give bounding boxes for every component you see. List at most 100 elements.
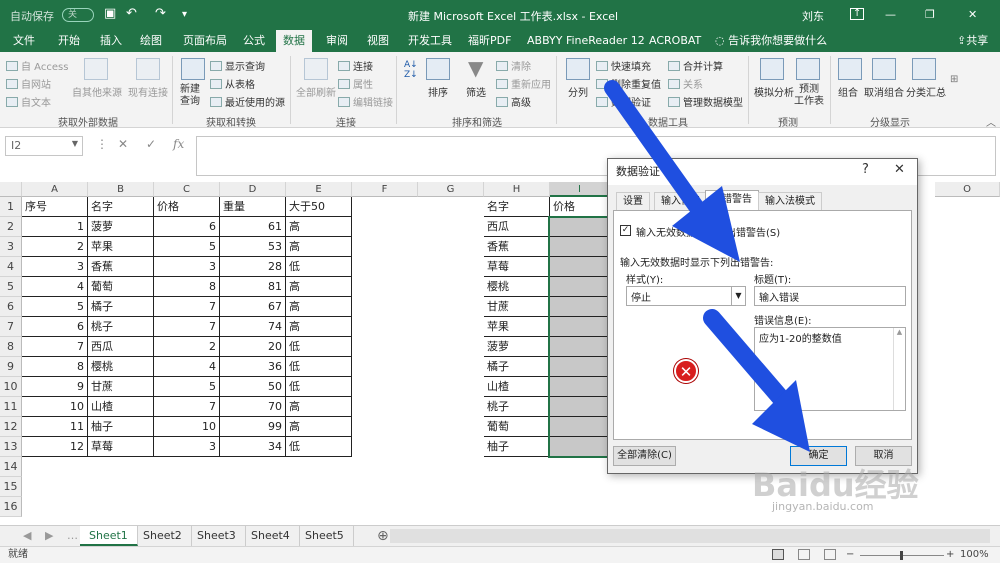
row-header[interactable]: 11 [0,397,22,417]
table2-cell[interactable]: 樱桃 [484,277,550,297]
table-cell[interactable]: 99 [220,417,286,437]
table-cell[interactable]: 低 [286,257,352,277]
message-scrollbar[interactable]: ▲ [893,328,905,410]
insert-function-icon[interactable]: fx [173,137,184,151]
dialog-tab-settings[interactable]: 设置 [616,192,650,211]
message-textarea[interactable]: 应为1-20的整数值 ▲ [754,327,906,411]
table2-cell[interactable]: 甘蔗 [484,297,550,317]
row-header[interactable]: 6 [0,297,22,317]
table-cell[interactable]: 3 [22,257,88,277]
table2-cell[interactable]: 西瓜 [484,217,550,237]
tell-me-search[interactable]: ◌ 告诉我你想要做什么 [708,30,834,52]
table-cell[interactable]: 甘蔗 [88,377,154,397]
table-cell[interactable]: 低 [286,377,352,397]
recent-sources-button[interactable]: 最近使用的源 [210,94,285,109]
redo-icon[interactable]: ↷ [155,6,166,21]
new-query-button[interactable]: 新建 查询 [180,84,200,108]
table-header-cell[interactable]: 价格 [154,197,220,217]
consolidate-button[interactable]: 合并计算 [668,58,723,73]
table2-cell[interactable]: 葡萄 [484,417,550,437]
undo-icon[interactable]: ↶ [126,6,137,21]
row-header[interactable]: 12 [0,417,22,437]
table-cell[interactable]: 70 [220,397,286,417]
table-cell[interactable]: 8 [22,357,88,377]
table-cell[interactable]: 7 [154,317,220,337]
table2-cell[interactable]: 山楂 [484,377,550,397]
table-cell[interactable]: 4 [154,357,220,377]
column-header[interactable]: D [220,182,286,197]
table-cell[interactable]: 34 [220,437,286,457]
row-header[interactable]: 8 [0,337,22,357]
sheet-tab-3[interactable]: Sheet3 [188,526,246,546]
advanced-filter-button[interactable]: 高级 [496,94,531,109]
from-table-button[interactable]: 从表格 [210,76,255,91]
table2-cell[interactable]: 柚子 [484,437,550,457]
manage-data-model-button[interactable]: 管理数据模型 [668,94,743,109]
tab-review[interactable]: 审阅 [319,30,355,52]
column-header[interactable]: E [286,182,352,197]
table-cell[interactable]: 7 [22,337,88,357]
table-cell[interactable]: 西瓜 [88,337,154,357]
column-header[interactable]: H [484,182,550,197]
collapse-ribbon-icon[interactable]: ︿ [986,114,996,129]
horizontal-scrollbar[interactable] [390,529,990,543]
tab-page-layout[interactable]: 页面布局 [176,30,234,52]
table-cell[interactable]: 61 [220,217,286,237]
formula-options-icon[interactable]: ⋮ [96,137,108,151]
column-header[interactable]: C [154,182,220,197]
row-header[interactable]: 16 [0,497,22,517]
table-cell[interactable]: 8 [154,277,220,297]
ribbon-display-icon[interactable]: ↑ [850,8,865,20]
column-header[interactable]: A [22,182,88,197]
table2-cell[interactable]: 橘子 [484,357,550,377]
table-cell[interactable]: 苹果 [88,237,154,257]
table-cell[interactable]: 10 [22,397,88,417]
sheet-tab-1[interactable]: Sheet1 [80,526,138,546]
sheet-tab-4[interactable]: Sheet4 [242,526,300,546]
table-cell[interactable]: 20 [220,337,286,357]
table2-cell[interactable]: 菠萝 [484,337,550,357]
customize-qat-icon[interactable]: ▾ [182,9,187,20]
outline-options-icon[interactable]: ⊞ [950,74,958,85]
table-cell[interactable]: 36 [220,357,286,377]
dialog-close-button[interactable]: ✕ [894,162,905,177]
table-cell[interactable]: 12 [22,437,88,457]
tab-file[interactable]: 文件 [6,30,42,52]
connections-button[interactable]: 连接 [338,58,373,73]
sheet-tab-2[interactable]: Sheet2 [134,526,192,546]
normal-view-icon[interactable] [772,549,784,560]
table-cell[interactable]: 2 [22,237,88,257]
table-cell[interactable]: 低 [286,437,352,457]
tab-foxit-pdf[interactable]: 福昕PDF [461,30,518,52]
existing-connections-button[interactable]: 现有连接 [128,84,168,99]
dialog-tab-ime-mode[interactable]: 输入法模式 [758,192,822,211]
table-cell[interactable]: 草莓 [88,437,154,457]
table-cell[interactable]: 7 [154,397,220,417]
reapply-button[interactable]: 重新应用 [496,76,551,91]
table-header-cell[interactable]: 重量 [220,197,286,217]
tab-home[interactable]: 开始 [51,30,87,52]
table2-header-cell[interactable]: 名字 [484,197,550,217]
confirm-entry-icon[interactable]: ✓ [146,137,156,151]
table2-cell[interactable]: 草莓 [484,257,550,277]
table-cell[interactable]: 3 [154,257,220,277]
ungroup-button[interactable]: 取消组合 [864,84,904,99]
sort-az-icon[interactable]: A↓ Z↓ [404,60,418,80]
row-header[interactable]: 14 [0,457,22,477]
page-break-view-icon[interactable] [824,549,836,560]
row-header[interactable]: 4 [0,257,22,277]
forecast-sheet-button[interactable]: 预测 工作表 [794,84,824,108]
tab-developer[interactable]: 开发工具 [401,30,459,52]
table-header-cell[interactable]: 大于50 [286,197,352,217]
zoom-level[interactable]: 100% [960,547,989,563]
table-cell[interactable]: 山楂 [88,397,154,417]
row-header[interactable]: 9 [0,357,22,377]
style-dropdown-icon[interactable]: ▼ [731,287,745,305]
table2-cell[interactable]: 桃子 [484,397,550,417]
tab-insert[interactable]: 插入 [93,30,129,52]
autosave-toggle[interactable]: 关 [62,8,94,22]
minimize-button[interactable]: — [885,8,896,21]
subtotal-button[interactable]: 分类汇总 [906,84,946,99]
table-cell[interactable]: 樱桃 [88,357,154,377]
name-box-dropdown-icon[interactable]: ▼ [72,139,78,148]
